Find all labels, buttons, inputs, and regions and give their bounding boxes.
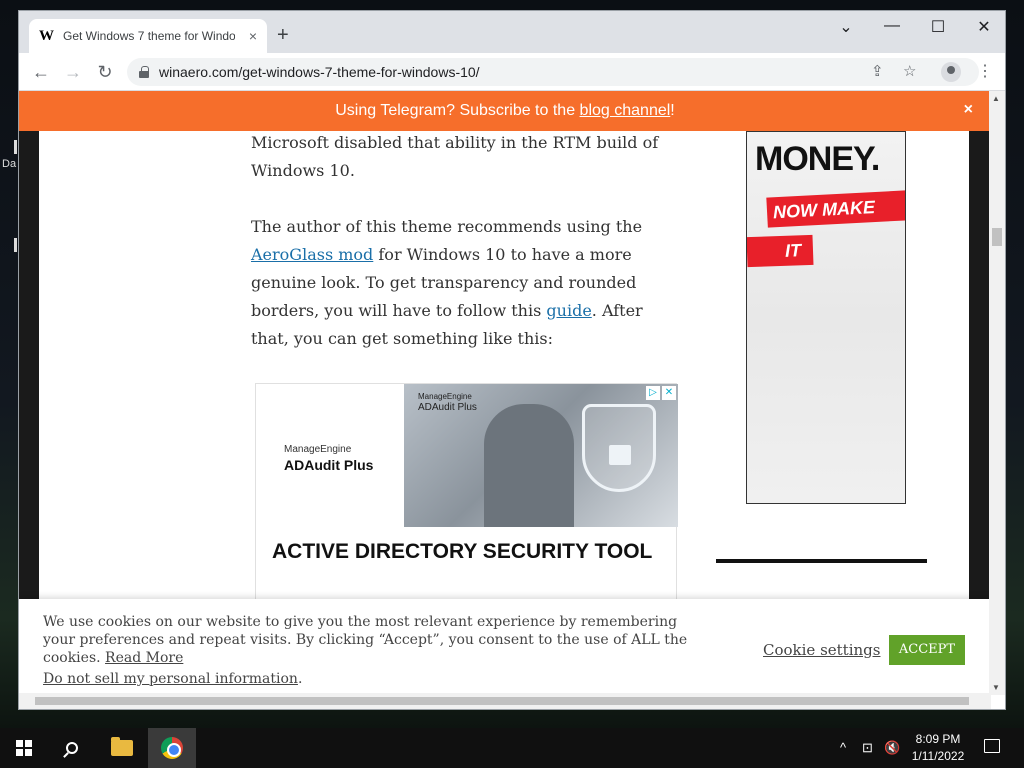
scroll-down-icon[interactable]: ▼ — [992, 683, 1000, 692]
address-bar[interactable]: winaero.com/get-windows-7-theme-for-wind… — [127, 58, 979, 86]
tray-overflow-chevron-icon[interactable]: ^ — [840, 740, 846, 755]
tab-active[interactable]: W Get Windows 7 theme for Windows 10 × — [29, 19, 267, 53]
taskbar-search-button[interactable] — [48, 728, 96, 768]
forward-button[interactable]: → — [61, 61, 85, 83]
notification-center-icon[interactable] — [984, 739, 1000, 753]
folder-icon — [111, 737, 133, 756]
lock-icon[interactable] — [139, 66, 149, 78]
new-tab-button[interactable]: + — [277, 24, 289, 47]
scroll-up-icon[interactable]: ▲ — [992, 94, 1000, 103]
do-not-sell-suffix: . — [297, 671, 303, 687]
clock-time: 8:09 PM — [915, 732, 961, 746]
browser-toolbar: ← → ↻ winaero.com/get-windows-7-theme-fo… — [19, 53, 1005, 91]
url-text[interactable]: winaero.com/get-windows-7-theme-for-wind… — [159, 64, 480, 80]
tab-title: Get Windows 7 theme for Windows 10 — [63, 29, 235, 43]
read-more-link[interactable]: Read More — [105, 650, 183, 666]
minimize-button[interactable]: — — [869, 17, 915, 35]
ad-logo-panel: ManageEngine ADAudit Plus — [256, 384, 404, 527]
desktop-icon-edge — [14, 238, 17, 252]
accept-cookies-button[interactable]: ACCEPT — [889, 635, 965, 665]
reload-button[interactable]: ↻ — [93, 61, 117, 83]
sidebar-ad[interactable]: MONEY. NOW MAKE IT — [746, 131, 906, 504]
browser-window: W Get Windows 7 theme for Windows 10 × +… — [18, 10, 1006, 710]
display-ad[interactable]: ManageEngine ADAudit Plus ManageEngine A… — [255, 383, 678, 603]
winaero-favicon-icon: W — [39, 28, 54, 44]
system-clock[interactable]: 8:09 PM 1/11/2022 — [906, 731, 970, 765]
share-icon[interactable]: ⇪ — [871, 62, 884, 80]
tab-search-chevron-icon[interactable]: ⌄ — [823, 17, 869, 37]
article-text: The author of this theme recommends usin… — [251, 217, 643, 236]
browser-menu-icon[interactable]: ⋮ — [977, 61, 993, 81]
close-window-button[interactable]: ✕ — [961, 17, 1005, 37]
blog-channel-link[interactable]: blog channel — [580, 102, 671, 120]
page-viewport: Microsoft disabled that ability in the R… — [19, 91, 991, 695]
sidebar-divider — [716, 559, 927, 563]
ad-brand: ADAudit Plus — [284, 457, 374, 473]
clock-date: 1/11/2022 — [911, 749, 965, 763]
maximize-button[interactable]: ☐ — [915, 17, 961, 37]
promo-text: Using Telegram? Subscribe to the — [335, 102, 576, 119]
ad-brand-small: ManageEngine — [284, 444, 352, 455]
chrome-icon — [161, 737, 183, 759]
volume-muted-icon[interactable]: 🔇 — [884, 740, 900, 756]
start-button[interactable] — [0, 728, 48, 768]
article-paragraph: The author of this theme recommends usin… — [251, 213, 681, 353]
ad-headline[interactable]: ACTIVE DIRECTORY SECURITY TOOL — [272, 540, 652, 564]
do-not-sell-link[interactable]: Do not sell my personal information — [43, 671, 298, 687]
sidebar-ad-money-text: MONEY. — [755, 140, 880, 178]
article-paragraph: Microsoft disabled that ability in the R… — [251, 133, 659, 180]
desktop-icon-label[interactable]: Da — [2, 158, 16, 170]
sidebar-ad-strip: IT — [747, 234, 814, 268]
shield-lock-icon — [582, 404, 656, 492]
tab-close-icon[interactable]: × — [249, 28, 257, 44]
horizontal-scrollbar[interactable] — [19, 693, 991, 709]
cookie-settings-link[interactable]: Cookie settings — [763, 641, 880, 659]
profile-avatar-icon[interactable] — [941, 62, 961, 82]
do-not-sell-line: Do not sell my personal information. — [43, 671, 302, 687]
windows-logo-icon — [16, 740, 32, 756]
ad-image[interactable]: ManageEngine ADAudit Plus ▷ ✕ — [404, 384, 678, 527]
cookie-banner: We use cookies on our website to give yo… — [19, 599, 991, 695]
vertical-scrollbar[interactable]: ▲ ▼ — [989, 91, 1005, 695]
guide-link[interactable]: guide — [546, 301, 591, 320]
vertical-scroll-thumb[interactable] — [992, 228, 1002, 246]
back-button[interactable]: ← — [29, 61, 53, 83]
promo-close-icon[interactable]: × — [964, 101, 973, 119]
desktop-icon-edge — [14, 140, 17, 154]
tab-strip: W Get Windows 7 theme for Windows 10 × +… — [19, 11, 1005, 53]
cookie-message: We use cookies on our website to give yo… — [43, 613, 693, 667]
sidebar-ad-strip: NOW MAKE — [766, 190, 905, 228]
chrome-taskbar-button[interactable] — [148, 728, 196, 768]
ad-badges: ▷ ✕ — [646, 386, 676, 400]
network-icon[interactable]: ⊡ — [862, 740, 873, 756]
ad-image-brand: ADAudit Plus — [418, 402, 477, 413]
aeroglass-mod-link[interactable]: AeroGlass mod — [251, 245, 373, 264]
file-explorer-button[interactable] — [98, 728, 146, 768]
ad-close-icon[interactable]: ✕ — [662, 386, 676, 400]
article-body: Microsoft disabled that ability in the R… — [251, 129, 681, 381]
promo-suffix: ! — [670, 102, 675, 119]
telegram-promo-bar: Using Telegram? Subscribe to the blog ch… — [19, 91, 991, 131]
horizontal-scroll-thumb[interactable] — [35, 697, 969, 705]
adchoices-icon[interactable]: ▷ — [646, 386, 660, 400]
taskbar: ^ ⊡ 🔇 8:09 PM 1/11/2022 — [0, 728, 1024, 768]
ad-image-brand-small: ManageEngine — [418, 392, 472, 401]
search-icon — [66, 742, 78, 754]
businessman-figure — [484, 404, 574, 527]
bookmark-star-icon[interactable]: ☆ — [903, 62, 916, 80]
